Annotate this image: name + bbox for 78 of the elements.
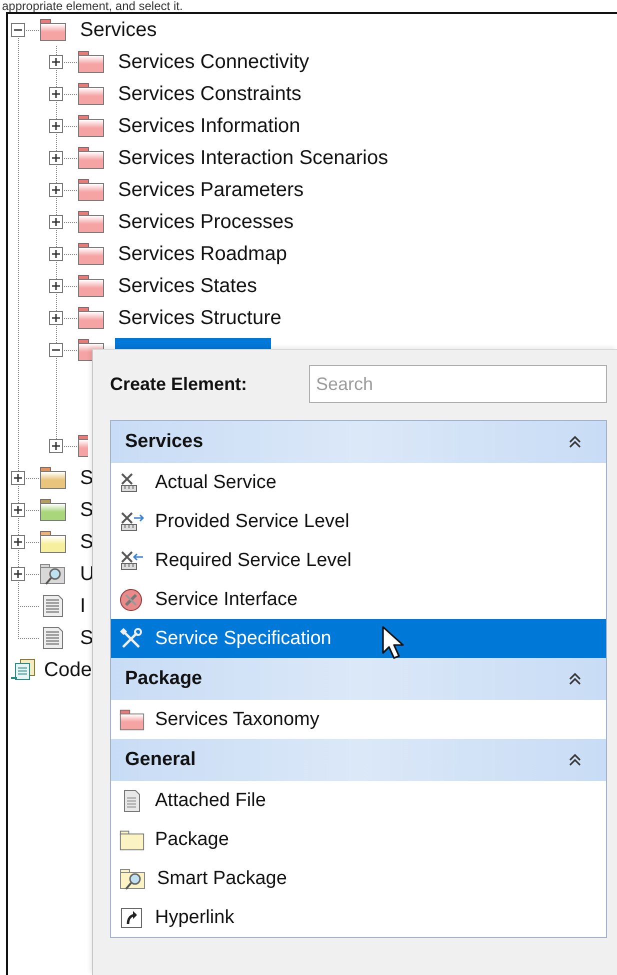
tree-item[interactable]: Services Structure <box>115 306 284 330</box>
tree-item[interactable]: S <box>77 626 96 650</box>
tools-ruler-icon <box>119 548 145 572</box>
code-icon <box>11 658 37 682</box>
plus-icon <box>51 185 61 195</box>
tree-item[interactable]: Code <box>41 658 95 682</box>
collapse-toggle[interactable] <box>49 343 63 357</box>
menu-item[interactable]: Service Interface <box>111 580 606 619</box>
expand-toggle[interactable] <box>49 119 63 133</box>
tree-item[interactable]: Services Processes <box>115 210 297 234</box>
plus-icon <box>13 505 23 515</box>
menu-item[interactable]: Required Service Level <box>111 541 606 580</box>
menu-item[interactable]: Attached File <box>111 781 606 820</box>
tools-icon <box>119 626 145 650</box>
plus-icon <box>13 569 23 579</box>
expand-toggle[interactable] <box>11 567 25 581</box>
collapse-icon[interactable] <box>568 672 582 686</box>
smart-folder-icon <box>119 866 147 890</box>
plus-icon <box>51 121 61 131</box>
menu-item[interactable]: Actual Service <box>111 463 606 502</box>
tree-item[interactable]: Services <box>77 18 160 42</box>
expand-toggle[interactable] <box>49 151 63 165</box>
wrench-circle-icon <box>119 588 145 612</box>
expand-toggle[interactable] <box>49 55 63 69</box>
tree-item[interactable]: S <box>77 466 96 490</box>
section-title: General <box>125 749 196 771</box>
plus-icon <box>51 57 61 67</box>
hyperlink-icon <box>119 906 145 930</box>
plus-icon <box>51 249 61 259</box>
menu-item[interactable]: Services Taxonomy <box>111 700 606 739</box>
tree-item[interactable]: Services Connectivity <box>115 50 312 74</box>
menu-item[interactable]: Provided Service Level <box>111 502 606 541</box>
collapse-icon[interactable] <box>568 435 582 449</box>
plus-icon <box>13 473 23 483</box>
menu-item[interactable]: Hyperlink <box>111 898 606 937</box>
expand-toggle[interactable] <box>49 87 63 101</box>
expand-toggle[interactable] <box>49 311 63 325</box>
expand-toggle[interactable] <box>49 247 63 261</box>
menu-item[interactable]: Service Specification <box>111 619 606 658</box>
tree-item[interactable]: Services Constraints <box>115 82 304 106</box>
collapse-toggle[interactable] <box>11 23 25 37</box>
collapse-icon[interactable] <box>568 753 582 767</box>
section-title: Package <box>125 668 202 690</box>
folder-icon <box>119 828 145 852</box>
menu-item[interactable]: Package <box>111 820 606 859</box>
tree-item[interactable]: Services Interaction Scenarios <box>115 146 392 170</box>
plus-icon <box>51 89 61 99</box>
section-header[interactable]: Services <box>111 421 606 463</box>
caption-text: appropriate element, and select it. <box>1 0 184 12</box>
tree-item[interactable]: Services States <box>115 274 260 298</box>
tree-item[interactable]: Services Information <box>115 114 304 138</box>
section-header[interactable]: General <box>111 739 606 781</box>
expand-toggle[interactable] <box>11 535 25 549</box>
smart-folder-icon <box>39 562 67 586</box>
tree-item[interactable]: S <box>77 498 96 522</box>
search-field[interactable]: Search <box>309 365 607 403</box>
plus-icon <box>51 217 61 227</box>
tree-item[interactable]: Services Parameters <box>115 178 307 202</box>
tree-item[interactable]: I <box>77 594 89 618</box>
plus-icon <box>51 153 61 163</box>
tools-ruler-icon <box>119 510 145 534</box>
section-header[interactable]: Package <box>111 658 606 700</box>
plus-icon <box>51 313 61 323</box>
section-title: Services <box>125 431 204 453</box>
expand-toggle[interactable] <box>49 183 63 197</box>
expand-toggle[interactable] <box>49 439 63 453</box>
plus-icon <box>51 281 61 291</box>
expand-toggle[interactable] <box>49 215 63 229</box>
plus-icon <box>13 537 23 547</box>
menu-item[interactable]: Smart Package <box>111 859 606 898</box>
tree-item[interactable]: Services Roadmap <box>115 242 290 266</box>
expand-toggle[interactable] <box>49 279 63 293</box>
create-element-label: Create Element: <box>110 374 248 394</box>
folder-icon <box>119 708 145 732</box>
tree-item[interactable]: S <box>77 530 96 554</box>
expand-toggle[interactable] <box>11 471 25 485</box>
expand-toggle[interactable] <box>11 503 25 517</box>
plus-icon <box>51 441 61 451</box>
